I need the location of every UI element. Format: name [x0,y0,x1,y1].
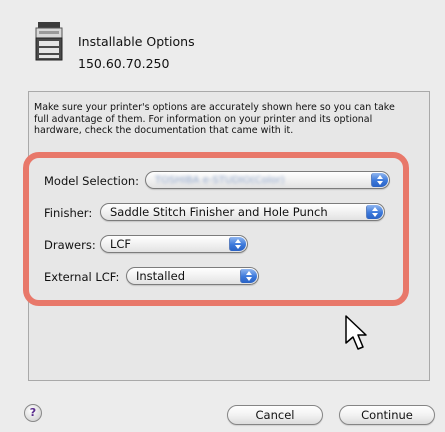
drawers-value: LCF [110,237,132,251]
external-lcf-popup[interactable]: Installed [126,267,259,285]
drawers-popup[interactable]: LCF [100,235,248,253]
printer-address: 150.60.70.250 [78,56,170,71]
model-selection-value: TOSHIBA e-STUDIO(Color) [155,175,285,186]
model-selection-label: Model Selection: [44,174,140,188]
external-lcf-value: Installed [136,269,185,283]
dialog-title: Installable Options [78,34,195,49]
finisher-popup[interactable]: Saddle Stitch Finisher and Hole Punch [100,203,385,221]
instructions-line: hardware, check the documentation that c… [34,125,294,136]
model-selection-popup[interactable]: TOSHIBA e-STUDIO(Color) [145,171,390,189]
finisher-label: Finisher: [44,206,93,220]
cancel-button[interactable]: Cancel [227,405,323,425]
popup-arrows-icon [240,269,257,283]
external-lcf-label: External LCF: [44,270,120,284]
mouse-pointer-icon [345,315,367,350]
instructions-line: full advantage of them. For information … [34,113,373,125]
instructions-text: Make sure your printer's options are acc… [34,102,429,137]
printer-icon [35,22,63,61]
drawers-label: Drawers: [44,238,96,252]
popup-arrows-icon [366,205,383,219]
instructions-line: Make sure your printer's options are acc… [34,102,395,113]
popup-arrows-icon [371,173,388,187]
continue-button[interactable]: Continue [339,405,435,425]
finisher-value: Saddle Stitch Finisher and Hole Punch [110,205,328,219]
popup-arrows-icon [229,237,246,251]
help-button[interactable]: ? [24,404,42,422]
